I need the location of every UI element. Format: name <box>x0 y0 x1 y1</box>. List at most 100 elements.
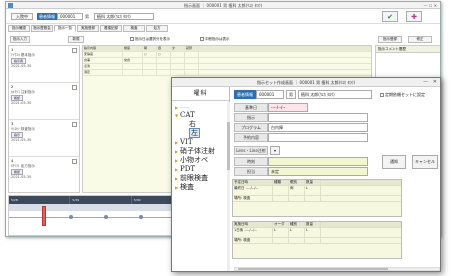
program-input[interactable]: 白内障 <box>268 123 368 132</box>
list-item-marker <box>72 85 77 90</box>
table-cell <box>273 186 289 195</box>
tree-item-label: 小物オペ <box>180 156 208 164</box>
order-set-dialog: 指示セット作成画面 ｜ 000001 男 植科 太郎(ｳｴｶ ﾀﾛｳ) — ✕ … <box>171 77 441 272</box>
expand-arrow-icon: ▶ <box>175 149 179 154</box>
order-register-button[interactable]: 指示登録 <box>378 36 402 43</box>
list-item-marker <box>72 159 77 164</box>
tree-item[interactable]: 右 <box>175 120 230 129</box>
show-stopped-checkbox[interactable]: 中断指示は表示 <box>200 37 230 42</box>
table-header-cell: 数量 <box>305 222 321 227</box>
checkbox-box[interactable] <box>130 37 134 41</box>
tab-2[interactable]: 指示一覧 <box>54 25 76 32</box>
order-table-2: 実施日時 オーダ 種別 数量 1日後 ----/--/-- L L L 場所: … <box>232 221 402 259</box>
minimize-button[interactable]: — <box>423 78 428 87</box>
grid-cell <box>123 52 143 57</box>
grid-cell <box>143 58 157 63</box>
base-date-input[interactable]: ----/--/-- <box>268 103 308 112</box>
tree-item[interactable]: ▶ VIT <box>175 138 230 147</box>
tree-item[interactable]: ▶ 小物オペ <box>175 156 230 165</box>
timeline-event[interactable] <box>139 215 143 219</box>
new-button[interactable]: 新規 <box>68 36 84 43</box>
tree-item-label: ------- <box>180 105 190 110</box>
memo-input[interactable] <box>268 133 368 142</box>
list-item[interactable]: 4 ﾀﾁﾂﾃﾄ 処方指示 確認 2021-05-30 <box>9 157 79 194</box>
fixed-set-checkbox[interactable]: 定期依頼セットに設定 <box>380 92 425 97</box>
order-input-button[interactable]: 指示入力 <box>10 36 30 43</box>
timeline-event[interactable] <box>69 215 73 219</box>
patient-name-field: 植科 太郎(ｳｴｶ ﾀﾛｳ) <box>298 90 372 99</box>
table-cell <box>289 196 305 201</box>
form-horizontal-scrollbar[interactable] <box>234 267 440 271</box>
category-scrollbar[interactable] <box>227 102 230 271</box>
scrollbar-thumb[interactable] <box>238 268 388 270</box>
tree-item[interactable]: ▶ PDT <box>175 165 230 174</box>
show-selected-checkbox[interactable]: 指示日は選択分を表示 <box>130 37 170 42</box>
grid-cell <box>185 64 199 69</box>
edit-button[interactable]: 修正 <box>408 36 432 43</box>
tree-item-label: CAT <box>180 111 195 119</box>
doctor-input[interactable]: 未定 <box>268 167 368 176</box>
list-item[interactable]: 2 ｶｷｸｹｺ 注射指示 確認 2021-05-30 <box>9 83 79 120</box>
expand-arrow-icon: ▶ <box>175 140 179 145</box>
patient-id-field[interactable]: 000001 <box>57 13 83 20</box>
tab-4[interactable]: 看護記録 <box>100 25 122 32</box>
grid-cell <box>123 64 143 69</box>
tree-item-label: 前眼検査 <box>180 174 208 182</box>
grid-header-cell: 就寝 <box>185 46 199 51</box>
scrollbar-thumb[interactable] <box>227 122 230 170</box>
list-item-date: 2021-05-30 <box>11 101 32 105</box>
window-controls[interactable]: — ☐ ✕ <box>424 2 437 9</box>
grid-row[interactable]: 測定 <box>83 70 371 76</box>
tree-item[interactable]: ▶ 前眼検査 <box>175 174 230 183</box>
grid-cell <box>157 64 171 69</box>
list-item-marker <box>72 48 77 53</box>
tree-item[interactable]: ▶ 検査 <box>175 183 230 192</box>
checkbox-box[interactable] <box>200 37 204 41</box>
tree-item[interactable]: ▼ CAT <box>175 111 230 120</box>
confirm-button[interactable]: ✔ <box>382 11 398 22</box>
table-header-cell: オーダ <box>273 222 289 227</box>
table-row[interactable]: 最終日 ----/--/-- 両 L <box>233 186 401 196</box>
patient-header: 入院中 患者情報 000001 男 植科 太郎(ｳｴｶ ﾀﾛｳ) ✔ ✚ <box>6 9 440 24</box>
dialog-titlebar: 指示セット作成画面 ｜ 000001 男 植科 太郎(ｳｴｶ ﾀﾛｳ) — ✕ <box>172 78 440 87</box>
checkbox-box[interactable] <box>380 93 384 97</box>
expand-arrow-icon: ▶ <box>175 167 179 172</box>
lens-label: Lens・Line注射 <box>234 146 268 155</box>
tab-1[interactable]: 指示歴照会 <box>31 25 53 32</box>
grid-cell <box>171 64 185 69</box>
tree-item-selected[interactable]: 左 <box>175 128 230 138</box>
main-window-titlebar: 指示画面 ｜ 000001 男 植科 太郎(ｳｴｶ ﾀﾛｳ) — ☐ ✕ <box>6 2 440 9</box>
add-button[interactable]: ✚ <box>406 11 422 22</box>
program-label: プログラム <box>234 123 268 132</box>
tree-item-label: 検査 <box>180 183 194 191</box>
table-header-cell: 種別 <box>289 222 305 227</box>
grid-cell <box>143 70 157 75</box>
fixed-set-label: 定期依頼セットに設定 <box>385 92 425 97</box>
order-input[interactable] <box>268 113 368 122</box>
table-row[interactable]: 1日後 ----/--/-- L L L <box>233 228 401 238</box>
tree-item[interactable]: ▶ 硝子体注射 <box>175 147 230 156</box>
grid-cell <box>185 58 199 63</box>
timeline-event[interactable] <box>104 215 108 219</box>
tab-0[interactable]: 指示確認 <box>8 25 30 32</box>
patient-id-field[interactable]: 000001 <box>256 90 284 99</box>
list-item-date: 2021-05-30 <box>11 138 32 142</box>
notify-button[interactable]: 通知 <box>382 155 406 169</box>
tree-item-label: 右 <box>189 120 196 128</box>
tree-item-label: 硝子体注射 <box>180 147 215 155</box>
grid-cell: ○ <box>143 52 157 57</box>
list-item[interactable]: 1 ｱｲｳｴｵ 基本指示 指示者 2021-05-30 <box>9 46 79 83</box>
lens-dropdown-button[interactable]: ▾ <box>270 146 280 155</box>
close-button[interactable]: ✕ <box>433 78 437 87</box>
list-item[interactable]: 3 ｻｼｽｾｿ 検査指示 指示 2021-05-30 <box>9 120 79 157</box>
table-cell: 最終日 ----/--/-- <box>233 186 273 195</box>
doctor-label: 担当 <box>234 167 268 176</box>
dialog-title: 指示セット作成画面 ｜ 000001 男 植科 太郎(ｳｴｶ ﾀﾛｳ) <box>256 80 356 85</box>
tab-5[interactable]: 検査 <box>123 25 145 32</box>
grid-cell <box>171 52 185 57</box>
tab-6[interactable]: 処方 <box>146 25 168 32</box>
time-input[interactable] <box>268 157 368 166</box>
cancel-button[interactable]: キャンセル <box>412 155 438 169</box>
timeline-cursor-handle[interactable] <box>42 206 46 226</box>
tab-3[interactable]: 実施登録 <box>77 25 99 32</box>
